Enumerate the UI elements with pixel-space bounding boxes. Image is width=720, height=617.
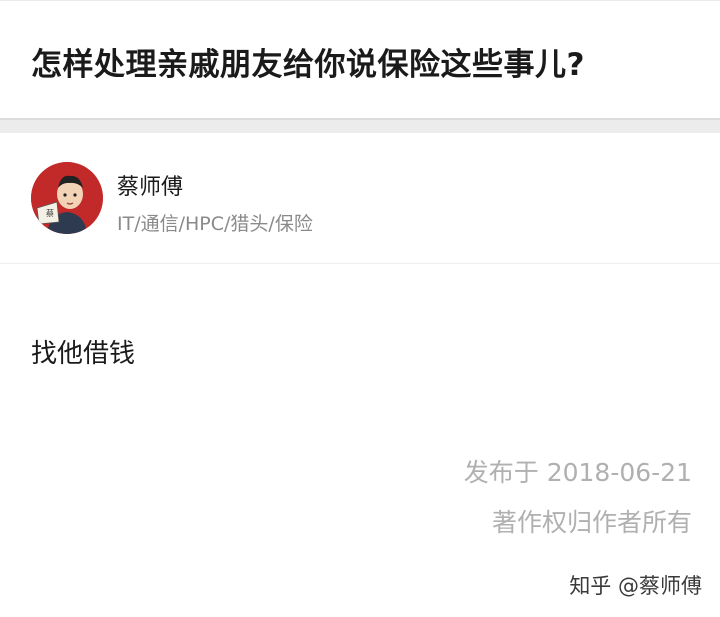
author-info[interactable]: 蔡 蔡师傅 IT/通信/HPC/猎头/保险 [0, 133, 720, 264]
question-title[interactable]: 怎样处理亲戚朋友给你说保险这些事儿? [31, 39, 585, 84]
author-name[interactable]: 蔡师傅 [117, 169, 183, 201]
avatar-badge-text: 蔡 [46, 208, 54, 218]
author-headline: IT/通信/HPC/猎头/保险 [117, 213, 313, 235]
copyright-notice: 著作权归作者所有 [491, 508, 692, 537]
section-divider [0, 118, 720, 133]
answer-content: 找他借钱 [31, 339, 136, 369]
publish-date: 发布于 2018-06-21 [463, 458, 692, 487]
cartoon-avatar-icon: 蔡 [31, 162, 103, 234]
answer-page: 怎样处理亲戚朋友给你说保险这些事儿? 蔡 蔡师傅 IT/通信/HPC/猎头/保险… [0, 0, 720, 617]
question-header: 怎样处理亲戚朋友给你说保险这些事儿? [0, 0, 720, 118]
site-watermark: 知乎 @蔡师傅 [569, 574, 702, 598]
avatar[interactable]: 蔡 [31, 162, 103, 234]
